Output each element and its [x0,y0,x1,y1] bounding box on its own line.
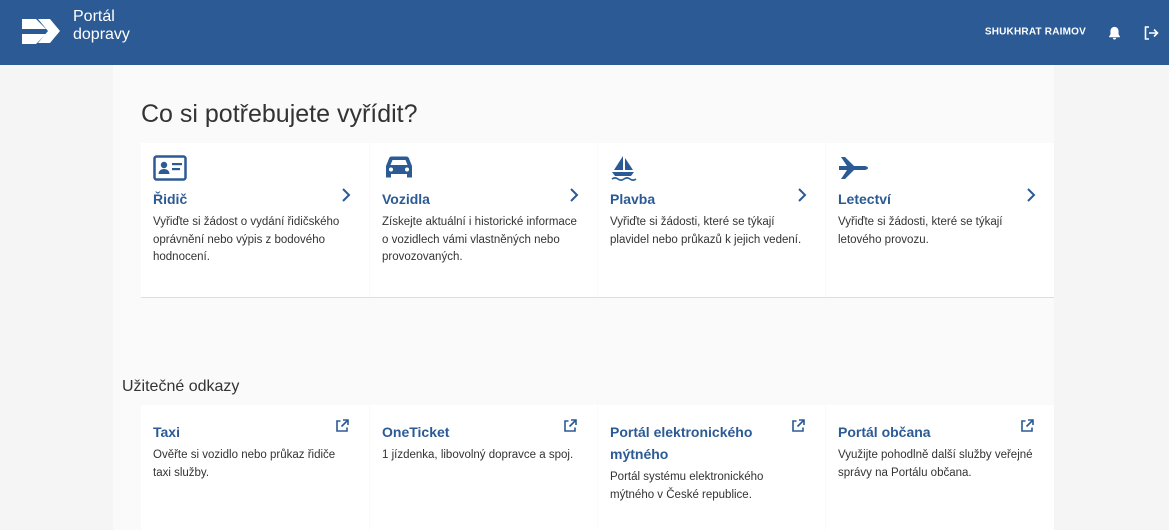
id-card-icon [153,155,187,181]
category-title: Plavba [610,191,656,207]
category-description: Vyřiďte si žádost o vydání řidičského op… [153,216,340,263]
link-card-portal-obcana[interactable]: Portál občana Využijte pohodlně další sl… [826,405,1054,530]
category-card-vozidla[interactable]: Vozidla Získejte aktuální i historické i… [370,143,597,298]
category-title: Vozidla [382,191,430,207]
external-link-icon [336,419,349,432]
category-description: Získejte aktuální i historické informace… [382,216,577,263]
sailboat-icon [611,156,637,181]
link-title: Portál občana [838,424,931,440]
user-name[interactable]: SHUKHRAT RAIMOV [985,27,1086,38]
category-card-ridic[interactable]: Řidič Vyřiďte si žádost o vydání řidičsk… [141,143,369,298]
bell-icon[interactable] [1107,25,1122,41]
external-link-icon [1021,419,1034,432]
logout-icon[interactable] [1143,25,1159,41]
category-card-plavba[interactable]: Plavba Vyřiďte si žádosti, které se týka… [598,143,825,298]
link-description: 1 jízdenka, libovolný dopravce a spoj. [382,449,574,461]
chevron-right-icon [570,188,579,202]
external-link-icon [792,419,805,432]
portal-logo-icon[interactable] [20,15,62,47]
category-title: Řidič [153,191,188,207]
link-description: Portál systému elektronického mýtného v … [610,471,764,501]
page-title: Co si potřebujete vyřídit? [141,100,418,128]
brand-line-1: Portál [73,8,115,25]
external-link-icon [564,419,577,432]
link-card-taxi[interactable]: Taxi Ověřte si vozidlo nebo průkaz řidič… [141,405,369,530]
chevron-right-icon [1027,188,1036,202]
car-icon [386,156,412,178]
category-description: Vyřiďte si žádosti, které se týkají leto… [838,216,1003,246]
link-title: Portál elektronického mýtného [610,424,753,462]
category-title: Letectví [838,191,891,207]
brand-name[interactable]: Portál dopravy [73,8,130,44]
divider [141,297,1054,298]
chevron-right-icon [342,188,351,202]
brand-line-2: dopravy [73,26,130,43]
link-description: Ověřte si vozidlo nebo průkaz řidiče tax… [153,449,336,479]
link-title: Taxi [153,424,180,440]
category-description: Vyřiďte si žádosti, které se týkají plav… [610,216,802,246]
chevron-right-icon [798,188,807,202]
link-description: Využijte pohodlně další služby veřejné s… [838,449,1033,479]
link-card-myto[interactable]: Portál elektronického mýtného Portál sys… [598,405,825,530]
top-navigation-bar: Portál dopravy SHUKHRAT RAIMOV [0,0,1169,65]
useful-links-heading: Užitečné odkazy [122,378,240,395]
category-card-letectvi[interactable]: Letectví Vyřiďte si žádosti, které se tý… [826,143,1054,298]
link-title: OneTicket [382,424,450,440]
airplane-icon [839,157,868,179]
link-card-oneticket[interactable]: OneTicket 1 jízdenka, libovolný dopravce… [370,405,597,530]
